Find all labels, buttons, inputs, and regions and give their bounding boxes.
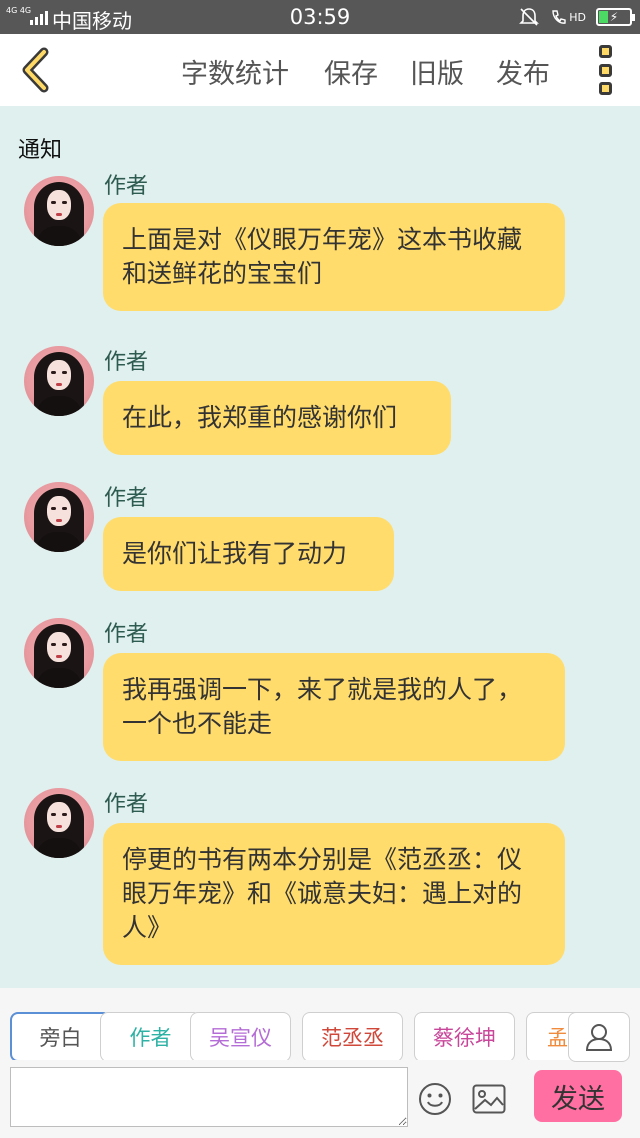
role-label: 蔡徐坤: [433, 1026, 496, 1050]
emoji-button[interactable]: [418, 1082, 452, 1116]
editor-toolbar: 字数统计 保存 旧版 发布: [0, 34, 640, 106]
role-label: 旁白: [39, 1026, 82, 1050]
smiley-icon: [419, 1083, 451, 1115]
role-label: 作者: [129, 1026, 172, 1050]
message-input[interactable]: [10, 1067, 408, 1127]
save-button[interactable]: 保存: [324, 52, 378, 91]
chat-area[interactable]: 作者 上面是对《仪眼万年宠》这本书收藏和送鲜花的宝宝们 作者 在此，我郑重的感谢…: [0, 172, 640, 987]
message-bubble[interactable]: 是你们让我有了动力: [103, 517, 394, 591]
message-bubble[interactable]: 上面是对《仪眼万年宠》这本书收藏和送鲜花的宝宝们: [103, 203, 565, 311]
role-chip[interactable]: 吴宣仪: [190, 1012, 291, 1060]
publish-button[interactable]: 发布: [496, 52, 550, 91]
role-chip[interactable]: 旁白: [10, 1012, 111, 1060]
chevron-left-icon: [22, 47, 49, 93]
role-label: 孟: [547, 1026, 568, 1050]
hd-label: HD: [569, 10, 586, 24]
user-icon: [585, 1024, 613, 1051]
sender-name: 作者: [104, 486, 149, 511]
author-avatar[interactable]: [24, 176, 94, 246]
status-bar: 4G 4G 中国移动 03:59 HD ⚡: [0, 0, 640, 34]
role-selector[interactable]: 旁白 作者 吴宣仪 范丞丞 蔡徐坤 孟: [0, 988, 640, 1060]
author-avatar[interactable]: [24, 346, 94, 416]
message-bubble[interactable]: 停更的书有两本分别是《范丞丞：仪眼万年宠》和《诚意夫妇：遇上对的人》: [103, 823, 565, 965]
more-dot-icon: [598, 63, 612, 77]
word-count-button[interactable]: 字数统计: [181, 52, 289, 91]
role-manager-button[interactable]: [568, 1012, 630, 1062]
message-bubble[interactable]: 在此，我郑重的感谢你们: [103, 381, 451, 455]
role-chip[interactable]: 作者: [100, 1012, 201, 1060]
more-dot-icon: [598, 45, 612, 58]
sender-name: 作者: [104, 174, 149, 199]
image-button[interactable]: [472, 1084, 506, 1114]
role-chip[interactable]: 蔡徐坤: [414, 1012, 515, 1060]
battery-icon: ⚡: [596, 8, 635, 26]
message-bubble[interactable]: 我再强调一下，来了就是我的人了，一个也不能走: [103, 653, 565, 761]
role-chip[interactable]: 范丞丞: [302, 1012, 403, 1060]
notice-label[interactable]: 通知: [18, 132, 62, 164]
hd-call-icon: HD: [550, 8, 586, 26]
composer-panel: 旁白 作者 吴宣仪 范丞丞 蔡徐坤 孟 发送: [0, 988, 640, 1138]
sender-name: 作者: [104, 792, 149, 817]
more-menu-button[interactable]: [590, 42, 620, 98]
more-dot-icon: [598, 82, 612, 95]
role-label: 范丞丞: [321, 1026, 384, 1050]
sender-name: 作者: [104, 350, 149, 375]
sender-name: 作者: [104, 622, 149, 647]
image-icon: [472, 1084, 506, 1114]
author-avatar[interactable]: [24, 618, 94, 688]
send-button[interactable]: 发送: [534, 1070, 622, 1122]
author-avatar[interactable]: [24, 482, 94, 552]
author-avatar[interactable]: [24, 788, 94, 858]
back-button[interactable]: [10, 44, 60, 96]
old-version-button[interactable]: 旧版: [410, 52, 464, 91]
mute-bell-icon: [519, 8, 540, 26]
role-label: 吴宣仪: [209, 1026, 272, 1050]
